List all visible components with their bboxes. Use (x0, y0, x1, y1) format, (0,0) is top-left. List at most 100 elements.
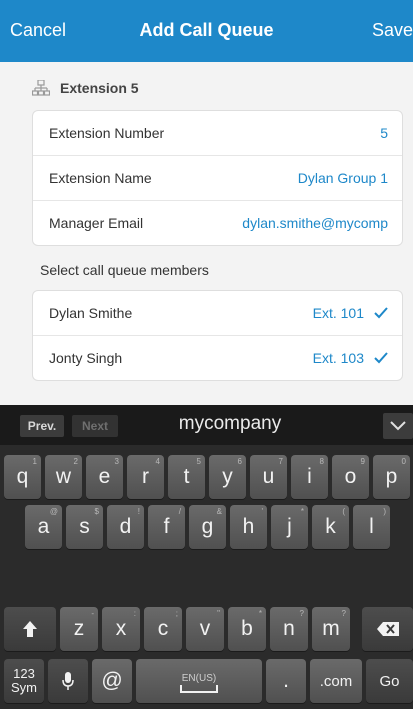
go-key-label: Go (379, 672, 400, 690)
key-v[interactable]: " v (186, 607, 224, 651)
word-suggestion[interactable]: mycompany (140, 413, 320, 435)
shift-key[interactable] (4, 607, 56, 651)
key-secondary-label: 1 (32, 457, 37, 466)
key-secondary-label: ? (299, 609, 304, 618)
row-value: dylan.smithe@mycomp (242, 215, 388, 231)
key-y[interactable]: 6y (209, 455, 246, 499)
key-secondary-label: ' (261, 507, 263, 516)
key-secondary-label: $ (94, 507, 99, 516)
key-secondary-label: * (258, 609, 262, 618)
go-key[interactable]: Go (366, 659, 413, 703)
extension-number-row[interactable]: Extension Number 5 (33, 111, 402, 156)
member-ext: Ext. 103 (312, 350, 364, 366)
key-k[interactable]: (k (312, 505, 349, 549)
key-label: p (385, 465, 398, 488)
key-label: w (55, 465, 72, 488)
checkmark-icon[interactable] (374, 352, 388, 364)
key-u[interactable]: 7u (250, 455, 287, 499)
manager-email-row[interactable]: Manager Email dylan.smithe@mycomp (33, 201, 402, 245)
backspace-icon (376, 622, 399, 636)
key-secondary-label: 0 (401, 457, 406, 466)
next-field-button[interactable]: Next (72, 415, 118, 437)
key-label: u (262, 465, 275, 488)
shift-icon (23, 621, 37, 637)
member-name: Dylan Smithe (49, 305, 133, 321)
key-l[interactable]: ) l (353, 505, 390, 549)
at-key[interactable]: @ (92, 659, 132, 703)
key-c[interactable]: ; c (144, 607, 182, 651)
key-p[interactable]: 0p (373, 455, 410, 499)
key-secondary-label: ( (342, 507, 345, 516)
key-secondary-label: ; (175, 609, 178, 618)
key-f[interactable]: / f (148, 505, 185, 549)
section-header: Extension 5 (32, 80, 139, 96)
key-d[interactable]: ! d (107, 505, 144, 549)
key-label: e (98, 465, 111, 488)
space-key-label: EN(US) (181, 672, 217, 684)
key-label: b (241, 617, 253, 640)
key-e[interactable]: 3e (86, 455, 123, 499)
key-secondary-label: ? (341, 609, 346, 618)
key-label: k (325, 515, 336, 538)
row-value: 5 (380, 125, 388, 141)
key-q[interactable]: 1q (4, 455, 41, 499)
key-secondary-label: 9 (360, 457, 365, 466)
key-secondary-label: / (178, 507, 181, 516)
checkmark-icon[interactable] (374, 307, 388, 319)
extension-name-row[interactable]: Extension Name Dylan Group 1 (33, 156, 402, 201)
key-a[interactable]: @ a (25, 505, 62, 549)
key-secondary-label: ! (137, 507, 140, 516)
symbols-key-label-bottom: Sym (11, 680, 37, 695)
key-secondary-label: 6 (237, 457, 242, 466)
section-title: Extension 5 (60, 80, 139, 96)
key-o[interactable]: 9o (332, 455, 369, 499)
key-label: o (344, 465, 357, 488)
key-label: q (16, 465, 29, 488)
page-title: Add Call Queue (139, 20, 274, 40)
key-label: c (157, 617, 169, 640)
period-key[interactable]: . (266, 659, 306, 703)
key-j[interactable]: * j (271, 505, 308, 549)
key-m[interactable]: ? m (312, 607, 350, 651)
chevron-down-icon (390, 421, 406, 431)
microphone-icon (62, 672, 74, 690)
members-label: Select call queue members (40, 262, 209, 278)
collapse-keyboard-button[interactable] (383, 413, 413, 439)
key-n[interactable]: ? n (270, 607, 308, 651)
key-label: z (73, 617, 85, 640)
key-i[interactable]: 8i (291, 455, 328, 499)
member-ext: Ext. 101 (312, 305, 364, 321)
dotcom-key[interactable]: .com (310, 659, 362, 703)
backspace-key[interactable] (362, 607, 413, 651)
save-button[interactable]: Save (372, 20, 413, 41)
key-label: g (201, 515, 214, 538)
row-label: Manager Email (49, 215, 144, 231)
key-w[interactable]: 2w (45, 455, 82, 499)
voice-input-key[interactable] (48, 659, 88, 703)
symbols-key-label-top: 123 (13, 666, 35, 681)
member-row[interactable]: Jonty Singh Ext. 103 (33, 336, 402, 380)
key-secondary-label: & (216, 507, 222, 516)
prev-field-button[interactable]: Prev. (20, 415, 64, 437)
symbols-key[interactable]: 123 Sym (4, 659, 44, 703)
key-secondary-label: 2 (73, 457, 78, 466)
row-label: Extension Name (49, 170, 152, 186)
key-z[interactable]: -z (60, 607, 98, 651)
space-key[interactable]: EN(US) (136, 659, 262, 703)
key-h[interactable]: ' h (230, 505, 267, 549)
key-secondary-label: @ (49, 507, 58, 516)
member-row[interactable]: Dylan Smithe Ext. 101 (33, 291, 402, 336)
key-secondary-label: 4 (155, 457, 160, 466)
key-label: s (79, 515, 90, 538)
key-secondary-label: 3 (114, 457, 119, 466)
key-t[interactable]: 5t (168, 455, 205, 499)
key-secondary-label: * (300, 507, 304, 516)
key-x[interactable]: :x (102, 607, 140, 651)
row-label: Extension Number (49, 125, 165, 141)
key-s[interactable]: $ s (66, 505, 103, 549)
key-b[interactable]: * b (228, 607, 266, 651)
key-r[interactable]: 4r (127, 455, 164, 499)
form-area: Extension 5 Extension Number 5 Extension… (0, 62, 413, 405)
space-bar-icon (180, 684, 218, 693)
key-g[interactable]: & g (189, 505, 226, 549)
